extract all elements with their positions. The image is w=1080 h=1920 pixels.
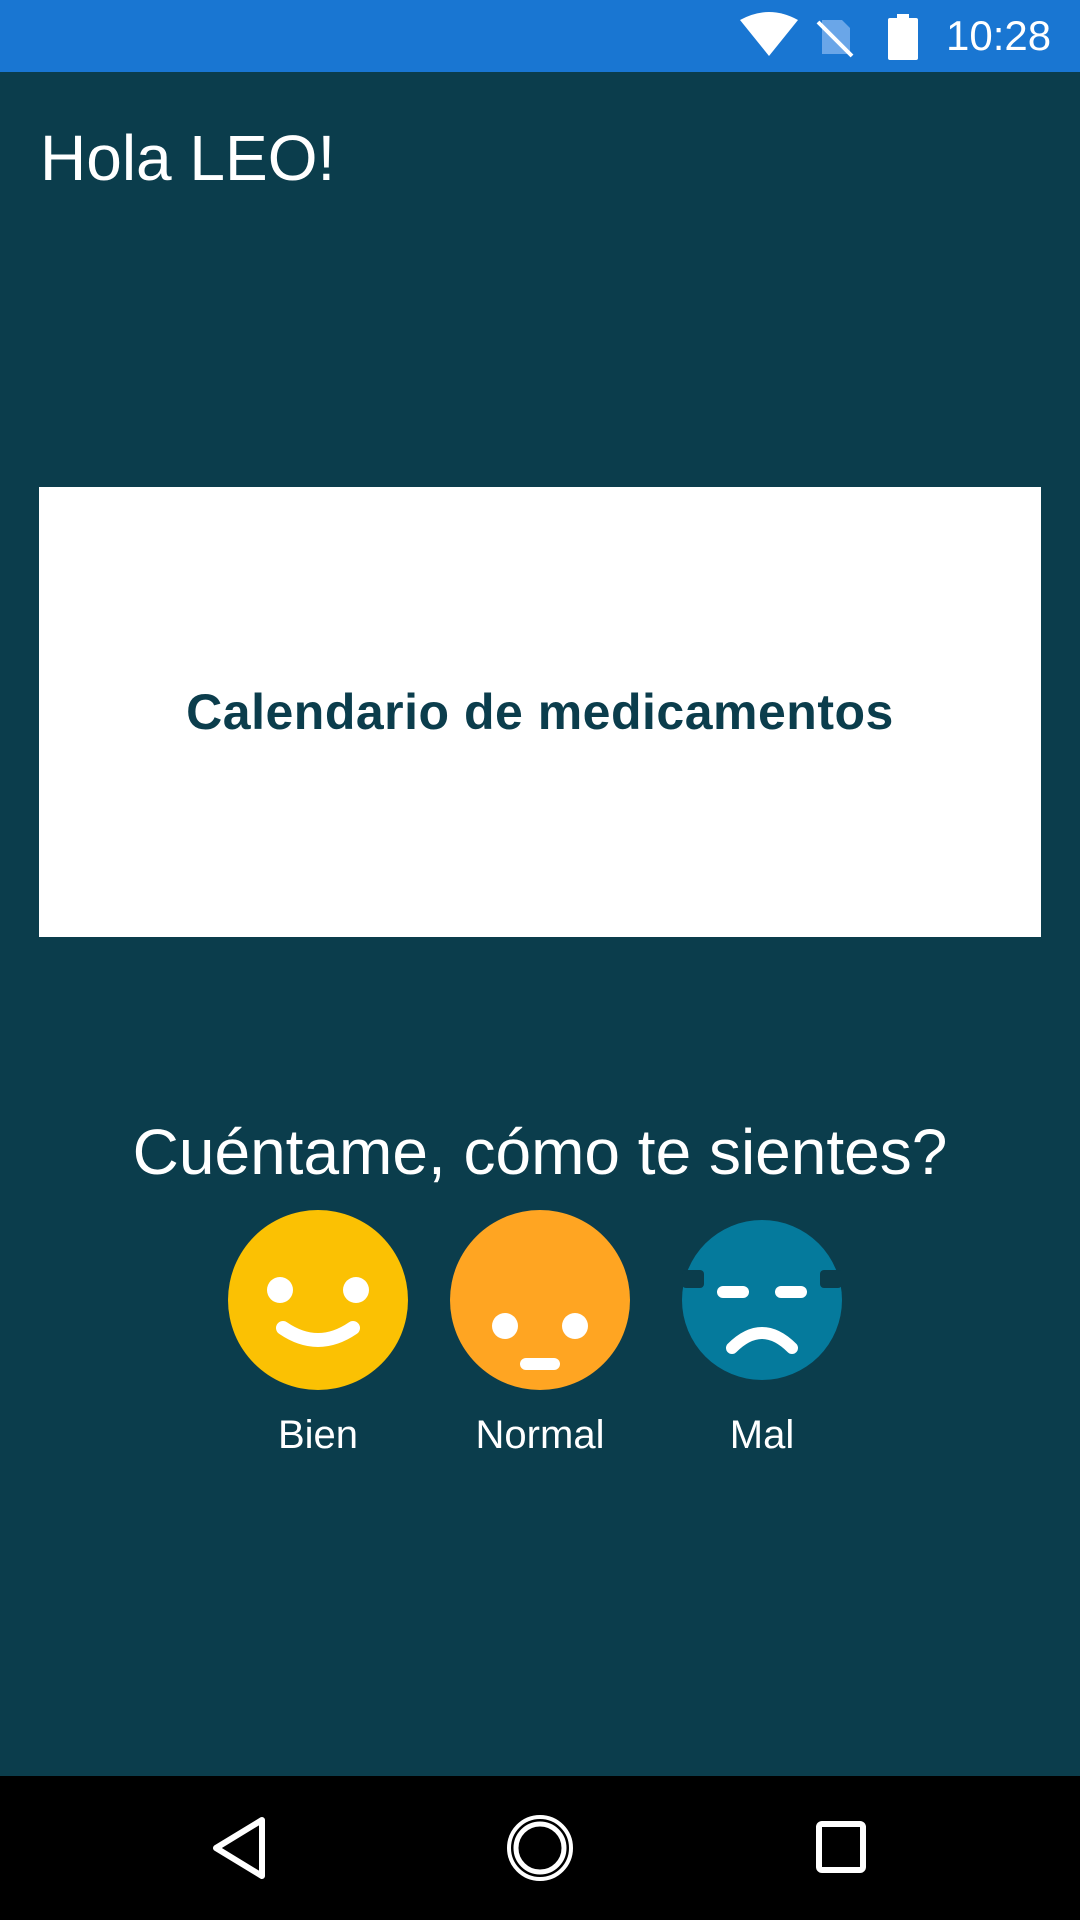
mood-question: Cuéntame, cómo te sientes? xyxy=(132,1116,948,1188)
status-bar: 10:28 xyxy=(0,0,1080,72)
mood-option-mal[interactable]: Mal xyxy=(652,1210,872,1460)
medication-calendar-label: Calendario de medicamentos xyxy=(186,684,894,740)
mood-option-bien[interactable]: Bien xyxy=(208,1210,428,1460)
status-clock: 10:28 xyxy=(946,12,1052,59)
wifi-icon xyxy=(740,12,798,56)
recents-icon[interactable] xyxy=(800,1808,880,1888)
back-icon[interactable] xyxy=(200,1808,280,1888)
navigation-bar xyxy=(0,1776,1080,1920)
sad-face-icon xyxy=(682,1220,842,1380)
happy-face-icon xyxy=(228,1210,408,1390)
mood-label-normal: Normal xyxy=(475,1413,605,1457)
neutral-face-icon xyxy=(450,1210,630,1390)
medication-calendar-button[interactable]: Calendario de medicamentos xyxy=(39,487,1041,937)
greeting-title: Hola LEO! xyxy=(40,122,336,194)
battery-icon xyxy=(888,14,918,60)
no-sim-icon xyxy=(816,20,854,58)
mood-option-normal[interactable]: Normal xyxy=(430,1210,650,1460)
mood-label-mal: Mal xyxy=(729,1413,795,1457)
mood-label-bien: Bien xyxy=(277,1413,359,1457)
home-icon[interactable] xyxy=(500,1808,580,1888)
